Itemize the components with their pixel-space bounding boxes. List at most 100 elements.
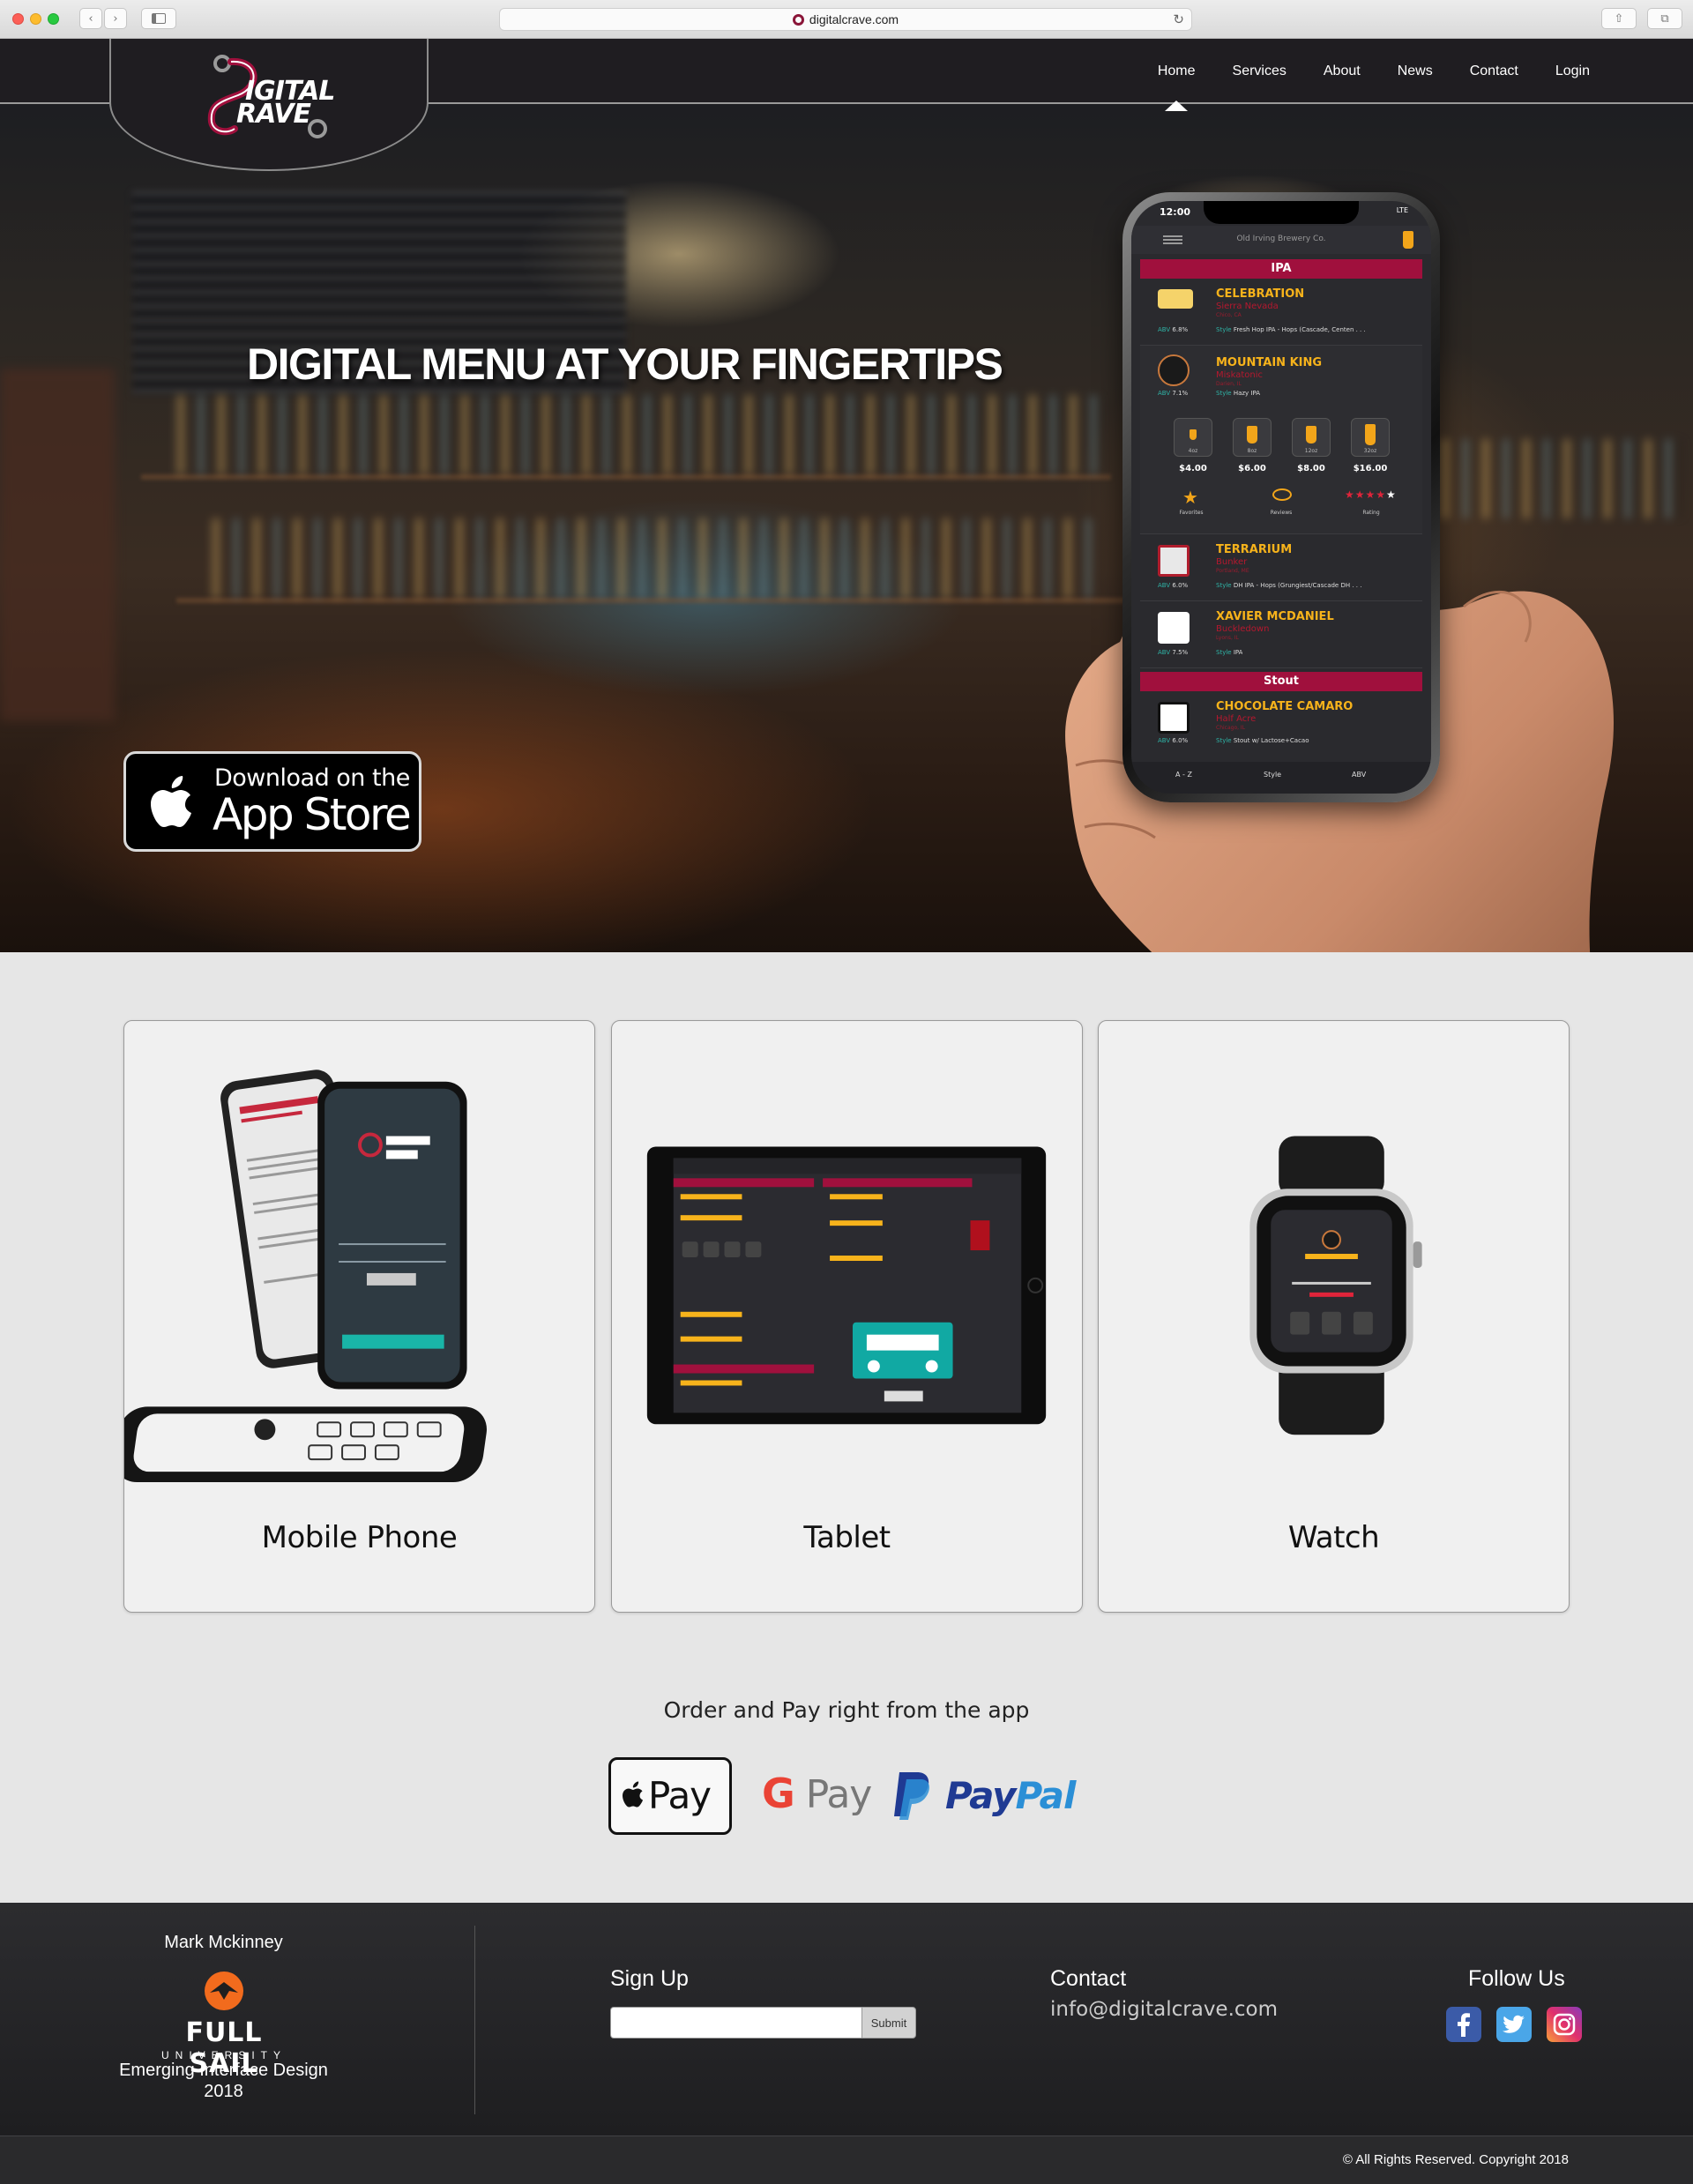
- nav-home[interactable]: Home: [1139, 63, 1214, 111]
- favorite-star-icon[interactable]: ★: [1182, 487, 1198, 508]
- beer-row[interactable]: CHOCOLATE CAMARO Half Acre Chicago, IL A…: [1140, 691, 1422, 758]
- size-oz: 32oz: [1363, 448, 1377, 454]
- zoom-window-button[interactable]: [48, 13, 59, 25]
- beer-logo-icon: [1158, 702, 1190, 734]
- hero-background-shelf: [141, 474, 1111, 480]
- beer-style: Style Fresh Hop IPA - Hops (Cascade, Cen…: [1216, 326, 1366, 333]
- share-button[interactable]: ⇧: [1601, 8, 1637, 29]
- chevron-right-icon: ›: [113, 11, 118, 26]
- close-window-button[interactable]: [12, 13, 24, 25]
- action-label: Rating: [1362, 510, 1380, 516]
- action-label: Favorites: [1179, 510, 1204, 516]
- signup-email-input[interactable]: [610, 2007, 862, 2039]
- beer-glass-icon: [1306, 426, 1316, 444]
- beer-location: Darien, IL: [1216, 381, 1242, 387]
- beer-glass-icon: [1365, 424, 1376, 445]
- tab-abv[interactable]: ABV: [1352, 771, 1366, 779]
- size-option-4oz[interactable]: 4oz: [1174, 418, 1212, 457]
- nav-news[interactable]: News: [1379, 63, 1451, 79]
- beer-glass-icon: [1403, 231, 1413, 249]
- device-card-mobile[interactable]: Mobile Phone: [123, 1020, 595, 1613]
- back-button[interactable]: ‹: [79, 8, 102, 29]
- tab-a-z[interactable]: A - Z: [1175, 771, 1192, 779]
- hero-background-bottles: [176, 395, 1102, 474]
- digital-crave-logo[interactable]: IGITAL RAVE: [192, 53, 360, 141]
- size-option-12oz[interactable]: 12oz: [1292, 418, 1331, 457]
- beer-brewery: Half Acre: [1216, 714, 1257, 724]
- size-price: $16.00: [1353, 464, 1388, 473]
- google-pay-logo: G Pay: [762, 1770, 872, 1817]
- instagram-icon[interactable]: [1547, 2007, 1582, 2042]
- device-card-tablet[interactable]: Tablet: [611, 1020, 1083, 1613]
- minimize-window-button[interactable]: [30, 13, 41, 25]
- size-option-32oz[interactable]: 32oz: [1351, 418, 1390, 457]
- rating-stars[interactable]: ★★★★★: [1345, 488, 1397, 501]
- section-stout: Stout: [1140, 672, 1422, 691]
- tablet-mockup-icon: [646, 1146, 1047, 1425]
- forward-button[interactable]: ›: [104, 8, 127, 29]
- beer-style: Style DH IPA - Hops (Grungiest/Cascade D…: [1216, 582, 1362, 589]
- beer-location: Chicago, IL: [1216, 725, 1246, 731]
- nav-services[interactable]: Services: [1214, 63, 1305, 79]
- device-label: Watch: [1287, 1520, 1380, 1555]
- app-brewery-name: Old Irving Brewery Co.: [1236, 235, 1326, 243]
- device-card-watch[interactable]: Watch: [1098, 1020, 1570, 1613]
- tab-style[interactable]: Style: [1264, 771, 1281, 779]
- device-cards: Mobile Phone Tablet Watch: [123, 1020, 1570, 1613]
- submit-button[interactable]: Submit: [861, 2007, 916, 2039]
- appstore-line2: App Store: [213, 789, 412, 840]
- beer-abv: ABV 7.5%: [1158, 649, 1189, 656]
- size-price: $6.00: [1238, 464, 1266, 473]
- beer-brewery: Buckledown: [1216, 624, 1270, 634]
- hero-banner: DIGITAL MENU AT YOUR FINGERTIPS 12:00 LT…: [0, 104, 1693, 952]
- size-price: $8.00: [1297, 464, 1325, 473]
- beer-glass-icon: [1190, 429, 1197, 440]
- beer-glass-icon: [1247, 426, 1257, 444]
- app-store-download-button[interactable]: Download on the App Store: [123, 751, 421, 852]
- full-sail-logo: FULL SAIL UNIVERSITY: [159, 1968, 289, 2079]
- contact-label: Contact: [1050, 1966, 1127, 1991]
- tabs-overview-button[interactable]: ⧉: [1647, 8, 1682, 29]
- url-text: digitalcrave.com: [809, 12, 899, 26]
- reviews-bubble-icon[interactable]: [1272, 488, 1292, 501]
- beer-row[interactable]: XAVIER MCDANIEL Buckledown Lyons, IL ABV…: [1140, 601, 1422, 668]
- payment-heading: Order and Pay right from the app: [663, 1697, 1030, 1723]
- beer-abv: ABV 6.8%: [1158, 326, 1189, 333]
- reload-icon[interactable]: ↻: [1173, 11, 1184, 27]
- size-oz: 4oz: [1188, 448, 1198, 454]
- beer-row[interactable]: CELEBRATION Sierra Nevada Chico, CA ABV …: [1140, 279, 1422, 346]
- facebook-icon[interactable]: [1446, 2007, 1481, 2042]
- beer-style: Style Hazy IPA: [1216, 390, 1261, 397]
- nav-contact[interactable]: Contact: [1451, 63, 1537, 79]
- beer-abv: ABV 6.0%: [1158, 737, 1189, 744]
- address-bar[interactable]: digitalcrave.com ↻: [499, 8, 1192, 31]
- course-name: Emerging Interface Design: [119, 2061, 328, 2080]
- size-option-8oz[interactable]: 8oz: [1233, 418, 1272, 457]
- contact-email-link[interactable]: info@digitalcrave.com: [1050, 1998, 1278, 2021]
- section-ipa: IPA: [1140, 259, 1422, 279]
- beer-logo-icon: [1158, 612, 1190, 644]
- nav-about[interactable]: About: [1305, 63, 1379, 79]
- beer-logo-icon: [1158, 354, 1190, 386]
- beer-row[interactable]: TERRARIUM Bunker Portland, ME ABV 6.0% S…: [1140, 534, 1422, 601]
- hero-background-brick: [0, 369, 115, 721]
- beer-row-expanded[interactable]: MOUNTAIN KING Miskatonic Darien, IL ABV …: [1140, 346, 1422, 534]
- main-nav: Home Services About News Contact Login: [1139, 39, 1608, 111]
- sidebar-toggle-button[interactable]: [141, 8, 176, 29]
- site-footer: Mark Mckinney FULL SAIL UNIVERSITY Emerg…: [0, 1903, 1693, 2136]
- beer-logo-icon: [1158, 545, 1190, 577]
- footer-divider: [474, 1926, 475, 2114]
- apple-logo-icon: [623, 1781, 643, 1808]
- nav-login[interactable]: Login: [1537, 63, 1608, 79]
- twitter-icon[interactable]: [1496, 2007, 1532, 2042]
- beer-brewery: Bunker: [1216, 557, 1248, 567]
- phone-notch: [1204, 201, 1359, 224]
- copyright-bar: © All Rights Reserved. Copyright 2018: [0, 2136, 1693, 2184]
- chevron-left-icon: ‹: [88, 11, 93, 26]
- size-oz: 8oz: [1247, 448, 1257, 454]
- follow-label: Follow Us: [1468, 1966, 1565, 1991]
- app-tabbar: A - Z Style ABV: [1131, 762, 1431, 794]
- signup-label: Sign Up: [610, 1966, 689, 1991]
- beer-logo-icon: [1158, 289, 1193, 309]
- paypal-logo: PayPal: [891, 1769, 1085, 1822]
